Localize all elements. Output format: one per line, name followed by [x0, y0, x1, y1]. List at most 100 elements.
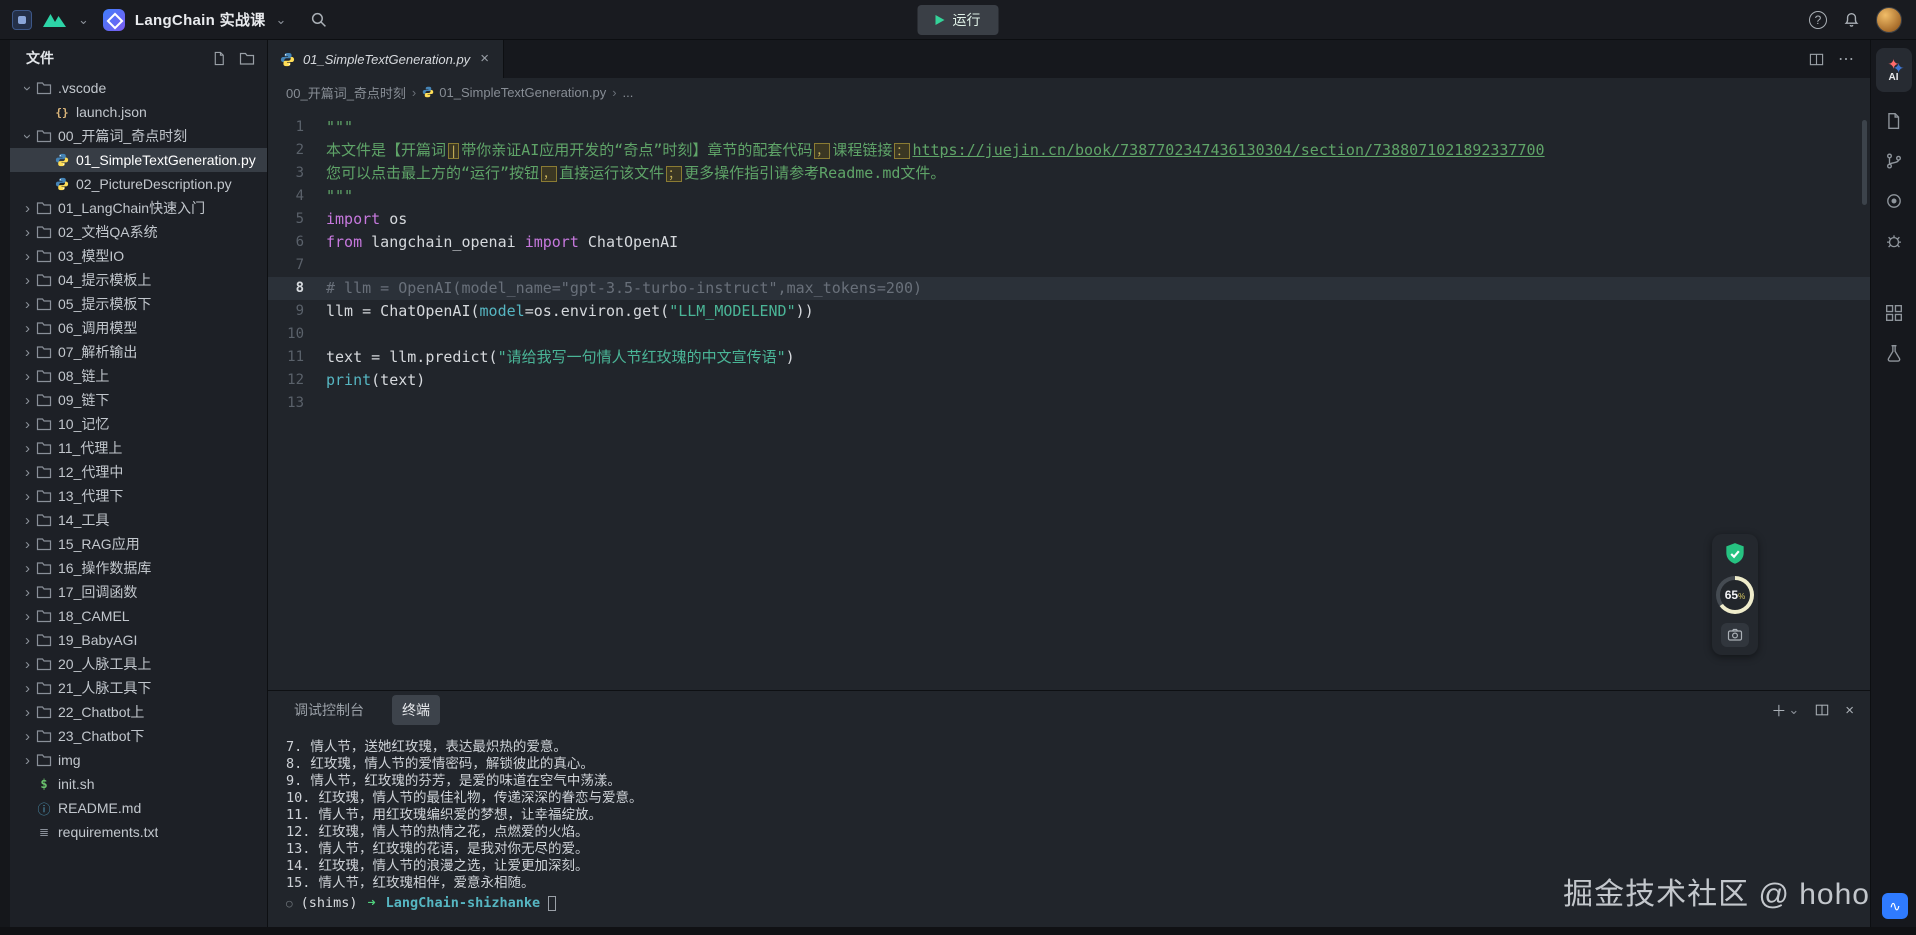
close-panel-icon[interactable]: × [1845, 702, 1854, 719]
plus-icon: ＋ [1771, 700, 1786, 721]
extensions-icon[interactable] [1883, 302, 1905, 324]
tree-item-folder[interactable]: ›10_记忆 [10, 412, 267, 436]
code-editor[interactable]: 1 """ 2本文件是【开篇词|带你亲证AI应用开发的“奇点”时刻】章节的配套代码，… [268, 106, 1870, 690]
code-token: 更多操作指引请参考Readme.md文件。 [684, 164, 945, 182]
code-token: 本文件是【开篇词 [326, 141, 446, 159]
prompt-env: (shims) [301, 895, 358, 912]
tree-item-folder[interactable]: ›06_调用模型 [10, 316, 267, 340]
file-explorer-icon[interactable] [1883, 110, 1905, 132]
split-editor-icon[interactable] [1809, 52, 1824, 67]
code-token: ， [814, 143, 830, 159]
tree-item-label: 12_代理中 [58, 462, 123, 482]
project-title[interactable]: LangChain 实战课 [135, 9, 266, 30]
tree-item-folder[interactable]: ›04_提示模板上 [10, 268, 267, 292]
tree-item-folder[interactable]: ›08_链上 [10, 364, 267, 388]
code-token: 课程链接 [832, 141, 892, 159]
code-token: ， [541, 166, 557, 182]
help-icon[interactable]: ? [1809, 11, 1827, 29]
tree-item-folder[interactable]: ›20_人脉工具上 [10, 652, 267, 676]
tree-item-label: 02_PictureDescription.py [76, 176, 232, 192]
breadcrumb-folder[interactable]: 00_开篇词_奇点时刻 [286, 83, 406, 102]
chevron-icon: › [20, 393, 35, 408]
chevron-down-icon[interactable]: ⌄ [78, 15, 89, 25]
shield-check-icon[interactable] [1722, 541, 1748, 567]
chevron-icon: › [20, 225, 35, 240]
tab-debug-console[interactable]: 调试控制台 [284, 695, 374, 725]
tree-item-label: launch.json [76, 104, 147, 120]
line-number: 1 [268, 116, 326, 139]
tree-item-folder[interactable]: ›22_Chatbot上 [10, 700, 267, 724]
tree-item-folder[interactable]: ›13_代理下 [10, 484, 267, 508]
tree-item-file[interactable]: $init.sh [10, 772, 267, 796]
more-actions-icon[interactable]: ⋯ [1838, 49, 1854, 69]
test-beaker-icon[interactable] [1883, 342, 1905, 364]
tree-item-folder[interactable]: ›19_BabyAGI [10, 628, 267, 652]
code-line: 4""" [268, 185, 1870, 208]
code-line: 2本文件是【开篇词|带你亲证AI应用开发的“奇点”时刻】章节的配套代码，课程链接… [268, 139, 1870, 162]
ai-assistant-button[interactable]: ✦ AI [1876, 48, 1912, 92]
notifications-bell-icon[interactable] [1843, 11, 1860, 28]
chevron-icon: › [20, 585, 35, 600]
tree-item-file[interactable]: ≣requirements.txt [10, 820, 267, 844]
split-panel-icon[interactable] [1815, 703, 1829, 717]
user-avatar[interactable] [1876, 7, 1902, 33]
tree-item-folder[interactable]: ›18_CAMEL [10, 604, 267, 628]
explorer-actions [212, 51, 255, 66]
chevron-icon: › [20, 249, 35, 264]
tree-item-file[interactable]: ⓘREADME.md [10, 796, 267, 820]
tree-item-folder[interactable]: ›11_代理上 [10, 436, 267, 460]
tab-terminal[interactable]: 终端 [392, 695, 440, 725]
tree-item-folder[interactable]: ›12_代理中 [10, 460, 267, 484]
chat-float-button[interactable]: ∿ [1882, 893, 1908, 919]
tree-item-folder[interactable]: ›.vscode [10, 76, 267, 100]
new-folder-icon[interactable] [239, 51, 255, 66]
editor-scrollbar[interactable] [1862, 120, 1867, 205]
tree-item-file[interactable]: 01_SimpleTextGeneration.py [10, 148, 267, 172]
tree-item-folder[interactable]: ›14_工具 [10, 508, 267, 532]
new-file-icon[interactable] [212, 51, 227, 66]
tree-item-label: 08_链上 [58, 366, 109, 386]
tree-item-folder[interactable]: ›01_LangChain快速入门 [10, 196, 267, 220]
tree-item-label: 07_解析输出 [58, 342, 137, 362]
close-icon[interactable]: × [478, 51, 491, 67]
code-link[interactable]: https://juejin.cn/book/73877023474361303… [912, 141, 1544, 159]
tree-item-file[interactable]: {}launch.json [10, 100, 267, 124]
tree-item-folder[interactable]: ›23_Chatbot下 [10, 724, 267, 748]
chevron-down-icon[interactable]: ⌄ [275, 15, 286, 25]
workspace-logo-icon[interactable] [42, 12, 68, 28]
top-bar-left: ⌄ LangChain 实战课 ⌄ [0, 9, 327, 31]
tree-item-folder[interactable]: ›00_开篇词_奇点时刻 [10, 124, 267, 148]
breadcrumb-file[interactable]: 01_SimpleTextGeneration.py [422, 85, 606, 100]
search-icon[interactable] [310, 11, 327, 28]
tab-filename: 01_SimpleTextGeneration.py [303, 52, 470, 67]
tree-item-folder[interactable]: ›03_模型IO [10, 244, 267, 268]
code-token: import [525, 233, 579, 251]
editor-tab[interactable]: 01_SimpleTextGeneration.py × [268, 40, 504, 78]
tree-item-folder[interactable]: ›07_解析输出 [10, 340, 267, 364]
code-token: """ [326, 187, 353, 205]
screenshot-camera-icon[interactable] [1721, 623, 1749, 647]
tree-item-folder[interactable]: ›09_链下 [10, 388, 267, 412]
run-button[interactable]: 运行 [918, 5, 999, 35]
tree-item-file[interactable]: 02_PictureDescription.py [10, 172, 267, 196]
tree-item-folder[interactable]: ›02_文档QA系统 [10, 220, 267, 244]
tree-item-label: requirements.txt [58, 824, 158, 840]
breadcrumb-symbol[interactable]: ... [623, 85, 634, 100]
git-branch-icon[interactable] [1883, 150, 1905, 172]
tree-item-folder[interactable]: ›15_RAG应用 [10, 532, 267, 556]
tree-item-folder[interactable]: ›17_回调函数 [10, 580, 267, 604]
app-menu-icon[interactable] [12, 10, 32, 30]
new-terminal-button[interactable]: ＋⌄ [1771, 700, 1799, 721]
main-frame: 文件 ›.vscode{}launch.json›00_开篇词_奇点时刻01_S… [0, 40, 1916, 927]
tree-item-folder[interactable]: ›21_人脉工具下 [10, 676, 267, 700]
score-ring[interactable]: 65 % [1716, 576, 1754, 614]
tree-item-folder[interactable]: ›05_提示模板下 [10, 292, 267, 316]
run-target-icon[interactable] [1883, 190, 1905, 212]
debug-bug-icon[interactable] [1883, 230, 1905, 252]
chevron-icon: › [20, 321, 35, 336]
line-number: 8 [268, 277, 326, 300]
line-number: 2 [268, 139, 326, 162]
code-line: 6from langchain_openai import ChatOpenAI [268, 231, 1870, 254]
tree-item-folder[interactable]: ›img [10, 748, 267, 772]
tree-item-folder[interactable]: ›16_操作数据库 [10, 556, 267, 580]
